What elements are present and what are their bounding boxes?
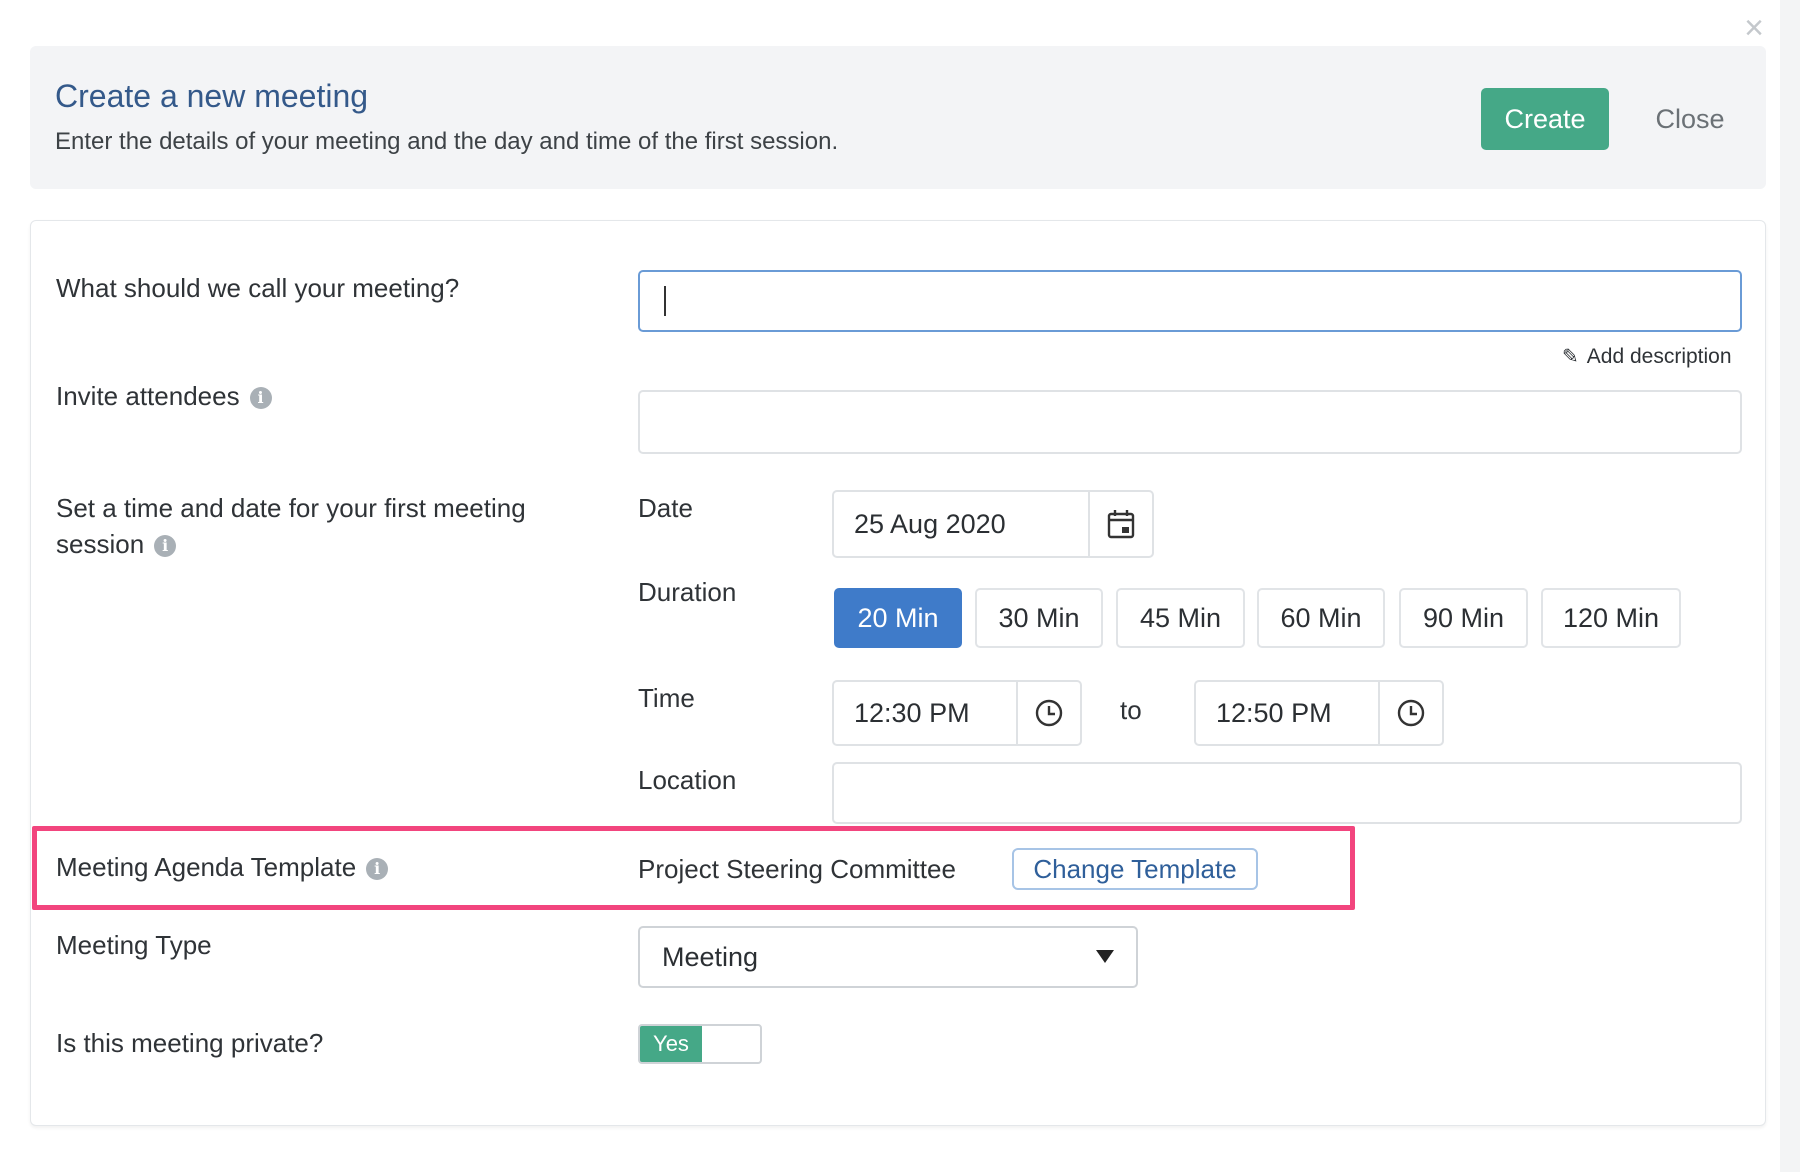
modal-header: Create a new meeting Enter the details o… xyxy=(30,46,1766,189)
meeting-type-select[interactable]: Meeting xyxy=(638,926,1138,988)
add-description-label: Add description xyxy=(1586,345,1732,368)
duration-label: Duration xyxy=(638,577,737,607)
invite-attendees-input[interactable] xyxy=(638,390,1742,454)
duration-120-button[interactable]: 120 Min xyxy=(1541,588,1681,648)
invite-attendees-text: Invite attendees xyxy=(56,381,240,411)
date-value[interactable]: 25 Aug 2020 xyxy=(834,492,1088,556)
create-button[interactable]: Create xyxy=(1481,88,1609,150)
text-caret xyxy=(664,286,666,316)
private-label: Is this meeting private? xyxy=(56,1028,324,1058)
clock-icon[interactable] xyxy=(1378,682,1442,744)
add-description-link[interactable]: ✎ Add description xyxy=(1562,344,1732,369)
end-time-picker[interactable]: 12:50 PM xyxy=(1194,680,1444,746)
duration-20-button[interactable]: 20 Min xyxy=(834,588,962,648)
duration-60-button[interactable]: 60 Min xyxy=(1257,588,1385,648)
duration-90-button[interactable]: 90 Min xyxy=(1399,588,1528,648)
first-session-text: Set a time and date for your first meeti… xyxy=(56,493,526,559)
modal-title: Create a new meeting xyxy=(55,78,369,114)
info-icon[interactable]: i xyxy=(366,858,389,881)
dropdown-arrow-icon xyxy=(1096,950,1114,963)
change-template-button[interactable]: Change Template xyxy=(1012,848,1258,890)
agenda-template-label: Meeting Agenda Template i xyxy=(56,849,389,885)
private-toggle[interactable]: Yes xyxy=(638,1024,762,1064)
duration-45-button[interactable]: 45 Min xyxy=(1116,588,1245,648)
modal-subtitle: Enter the details of your meeting and th… xyxy=(55,128,839,155)
meeting-type-label: Meeting Type xyxy=(56,930,212,960)
window-edge xyxy=(1780,0,1800,1172)
time-label: Time xyxy=(638,683,695,713)
meeting-name-input[interactable] xyxy=(638,270,1742,332)
location-label: Location xyxy=(638,765,737,795)
location-input[interactable] xyxy=(832,762,1742,824)
date-label: Date xyxy=(638,493,693,523)
date-picker[interactable]: 25 Aug 2020 xyxy=(832,490,1154,558)
info-icon[interactable]: i xyxy=(249,387,272,410)
meeting-name-label: What should we call your meeting? xyxy=(56,273,460,303)
meeting-form-card xyxy=(30,220,1766,1126)
end-time-value[interactable]: 12:50 PM xyxy=(1196,682,1378,744)
calendar-icon[interactable] xyxy=(1088,492,1152,556)
first-session-label: Set a time and date for your first meeti… xyxy=(56,490,576,562)
start-time-picker[interactable]: 12:30 PM xyxy=(832,680,1082,746)
invite-attendees-label: Invite attendees i xyxy=(56,378,272,414)
duration-30-button[interactable]: 30 Min xyxy=(975,588,1103,648)
clock-icon[interactable] xyxy=(1016,682,1080,744)
close-x-icon[interactable]: × xyxy=(1738,11,1770,45)
private-toggle-yes: Yes xyxy=(640,1026,702,1062)
agenda-template-text: Meeting Agenda Template xyxy=(56,852,357,882)
meeting-type-value: Meeting xyxy=(662,941,759,972)
to-label: to xyxy=(1120,695,1142,725)
close-button[interactable]: Close xyxy=(1630,88,1750,150)
pencil-icon: ✎ xyxy=(1562,346,1579,368)
start-time-value[interactable]: 12:30 PM xyxy=(834,682,1016,744)
info-icon[interactable]: i xyxy=(154,535,177,558)
template-name: Project Steering Committee xyxy=(638,854,956,884)
